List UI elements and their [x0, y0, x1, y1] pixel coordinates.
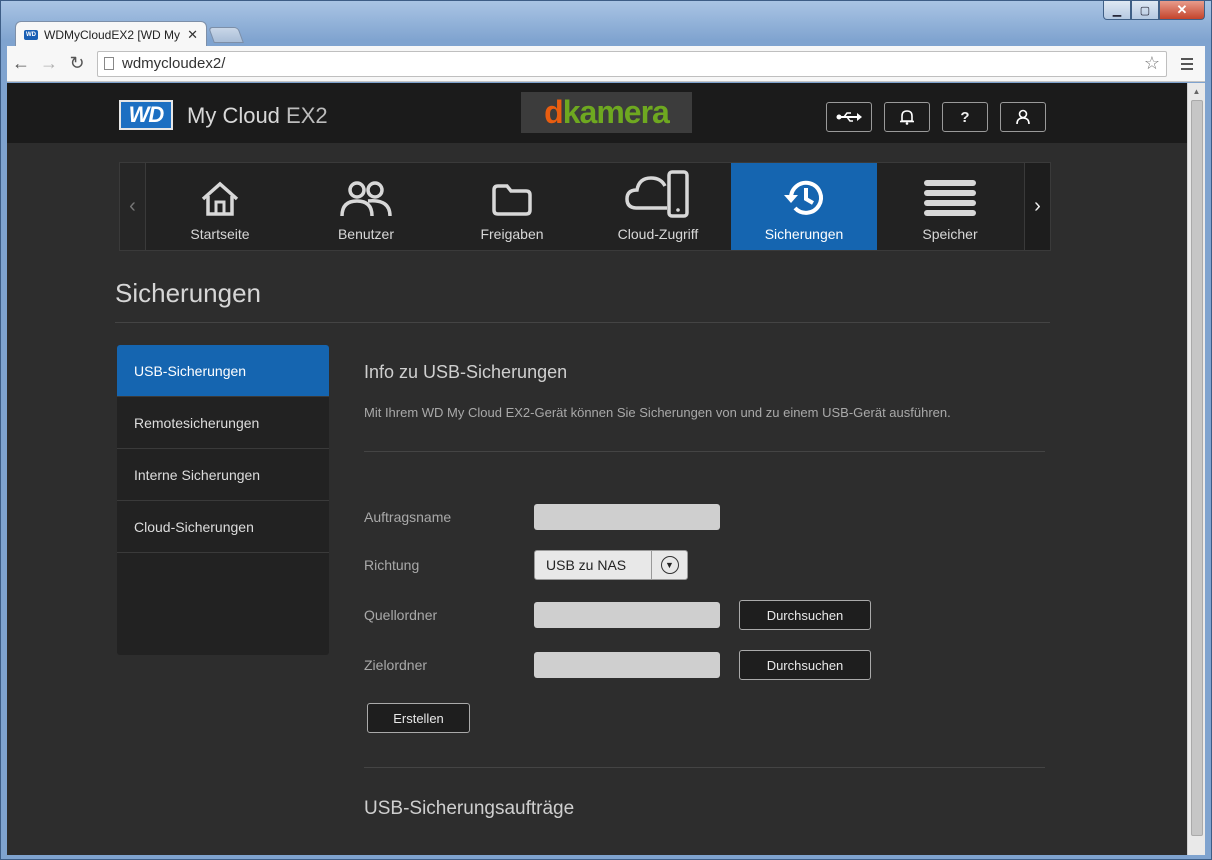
help-icon: ?	[960, 108, 970, 126]
main-navigation: ‹ Startseite Benutzer Freigaben Cloud-Zu…	[119, 162, 1051, 251]
page-title: Sicherungen	[115, 278, 261, 308]
notifications-button[interactable]	[884, 102, 930, 132]
reload-icon[interactable]: ↻	[63, 50, 91, 78]
nav-item-speicher[interactable]: Speicher	[877, 163, 1023, 250]
sidebar-item-usb-sicherungen[interactable]: USB-Sicherungen	[117, 345, 329, 397]
browser-tab[interactable]: WD WDMyCloudEX2 [WD My ✕	[15, 21, 207, 47]
product-model: EX2	[286, 103, 328, 128]
user-menu-button[interactable]	[1000, 102, 1046, 132]
tab-close-icon[interactable]: ✕	[187, 27, 198, 43]
watermark-rest: kamera	[562, 94, 670, 130]
nav-next-icon[interactable]: ›	[1024, 163, 1050, 250]
direction-select[interactable]: USB zu NAS ▼	[534, 550, 688, 580]
browse-target-button[interactable]: Durchsuchen	[739, 650, 871, 680]
browser-toolbar: ← → ↻ wdmycloudex2/ ☆	[7, 46, 1205, 82]
scroll-up-icon[interactable]: ▲	[1188, 83, 1205, 99]
maximize-button[interactable]: ▢	[1131, 1, 1159, 20]
sidebar-item-cloud-sicherungen[interactable]: Cloud-Sicherungen	[117, 501, 329, 553]
source-folder-input[interactable]	[534, 602, 720, 628]
chevron-down-icon: ▼	[660, 556, 679, 574]
create-button[interactable]: Erstellen	[367, 703, 470, 733]
source-folder-label: Quellordner	[364, 607, 438, 623]
folder-icon	[492, 184, 532, 216]
cloud-device-icon	[625, 170, 689, 218]
target-folder-input[interactable]	[534, 652, 720, 678]
minimize-button[interactable]: ▁	[1103, 1, 1131, 20]
close-window-button[interactable]: ✕	[1159, 1, 1205, 20]
page-icon	[104, 57, 114, 70]
new-tab-button[interactable]	[208, 27, 244, 43]
nav-item-startseite[interactable]: Startseite	[147, 163, 293, 250]
jobs-title: USB-Sicherungsaufträge	[364, 798, 575, 819]
job-name-input[interactable]	[534, 504, 720, 530]
scroll-thumb[interactable]	[1191, 100, 1203, 836]
nav-item-freigaben[interactable]: Freigaben	[439, 163, 585, 250]
window-controls: ▁ ▢ ✕	[1103, 1, 1205, 20]
nav-item-cloud-zugriff[interactable]: Cloud-Zugriff	[585, 163, 731, 250]
nav-label: Cloud-Zugriff	[617, 226, 699, 242]
nav-label: Benutzer	[337, 226, 395, 242]
nav-label: Speicher	[922, 226, 978, 242]
users-icon	[340, 181, 392, 217]
sidebar-item-remotesicherungen[interactable]: Remotesicherungen	[117, 397, 329, 449]
nav-prev-icon[interactable]: ‹	[120, 163, 146, 250]
product-name-main: My Cloud	[187, 103, 280, 128]
nav-item-sicherungen[interactable]: Sicherungen	[731, 163, 877, 250]
address-bar[interactable]: wdmycloudex2/ ☆	[97, 50, 1167, 77]
tab-title: WDMyCloudEX2 [WD My	[44, 27, 181, 42]
direction-value: USB zu NAS	[546, 557, 627, 573]
section-title: Info zu USB-Sicherungen	[364, 362, 568, 382]
nav-label: Startseite	[190, 226, 250, 242]
bookmark-star-icon[interactable]: ☆	[1144, 53, 1160, 74]
back-icon[interactable]: ←	[7, 50, 35, 78]
user-icon	[1016, 109, 1030, 125]
dkamera-watermark: d kamera	[521, 92, 692, 133]
wd-favicon-icon: WD	[24, 29, 38, 40]
product-name: My Cloud EX2	[187, 103, 328, 129]
usb-button[interactable]	[826, 102, 872, 132]
page-scrollbar[interactable]: ▲	[1187, 83, 1205, 855]
section-divider	[364, 451, 1045, 452]
storage-icon	[924, 180, 976, 216]
section-description: Mit Ihrem WD My Cloud EX2-Gerät können S…	[364, 405, 951, 420]
help-button[interactable]: ?	[942, 102, 988, 132]
bell-icon	[900, 110, 914, 125]
forward-icon[interactable]: →	[35, 50, 63, 78]
history-icon	[784, 180, 823, 215]
home-icon	[201, 181, 239, 216]
target-folder-label: Zielordner	[364, 657, 428, 673]
url-text[interactable]: wdmycloudex2/	[122, 55, 1144, 72]
browse-source-button[interactable]: Durchsuchen	[739, 600, 871, 630]
usb-icon	[836, 112, 862, 122]
dropdown-toggle[interactable]: ▼	[651, 551, 687, 579]
job-name-label: Auftragsname	[364, 509, 452, 525]
page-content: WD My Cloud EX2 d kamera ? ‹ Startseite …	[7, 83, 1187, 855]
nav-label: Sicherungen	[764, 226, 844, 242]
backup-sidebar: USB-Sicherungen Remotesicherungen Intern…	[117, 345, 329, 655]
direction-label: Richtung	[364, 557, 420, 573]
browser-window: ▁ ▢ ✕ WD WDMyCloudEX2 [WD My ✕ ← → ↻ wdm…	[0, 0, 1212, 860]
browser-menu-icon[interactable]	[1173, 57, 1201, 70]
app-header: WD My Cloud EX2 d kamera ?	[7, 83, 1187, 143]
title-divider	[115, 322, 1050, 323]
watermark-d: d	[544, 94, 564, 130]
jobs-divider	[364, 767, 1045, 768]
nav-item-benutzer[interactable]: Benutzer	[293, 163, 439, 250]
sidebar-item-interne-sicherungen[interactable]: Interne Sicherungen	[117, 449, 329, 501]
nav-label: Freigaben	[480, 226, 544, 242]
wd-logo: WD	[119, 100, 173, 130]
